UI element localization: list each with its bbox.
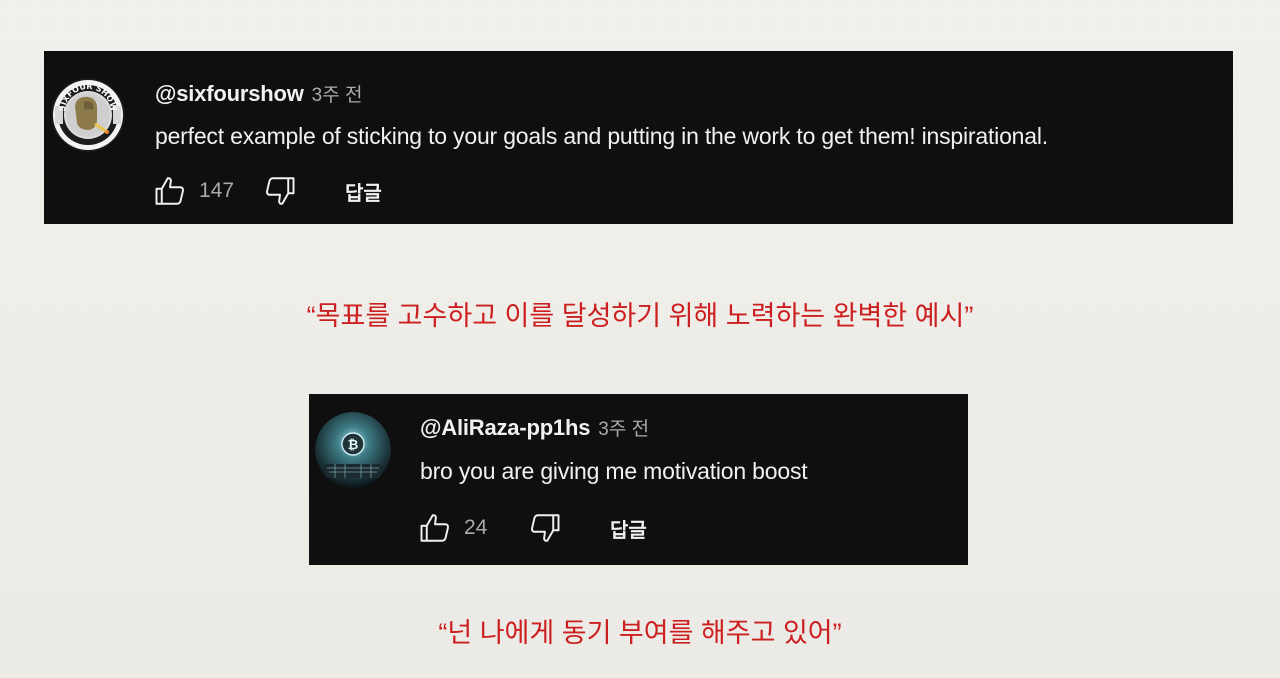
dislike-button[interactable] <box>261 172 299 210</box>
sixfour-show-logo: SIXFOUR SHOW <box>51 78 125 152</box>
like-count: 147 <box>199 179 235 202</box>
translation-caption: “넌 나에게 동기 부여를 해주고 있어” <box>438 618 842 648</box>
avatar[interactable]: SIXFOUR SHOW <box>51 78 125 152</box>
comment-card: ₿ @AliRaza-pp1hs 3주 전 bro you are giving… <box>309 394 968 565</box>
reply-button[interactable]: 답글 <box>610 514 647 543</box>
avatar[interactable]: ₿ <box>315 412 391 488</box>
comment-actions: 147 답글 <box>151 172 382 210</box>
bitcoin-icon: ₿ <box>341 432 365 456</box>
like-count: 24 <box>464 516 488 539</box>
comment-actions: 24 답글 <box>416 509 647 547</box>
like-button[interactable] <box>151 172 189 210</box>
like-button[interactable] <box>416 509 454 547</box>
svg-text:₿: ₿ <box>348 438 359 453</box>
timestamp[interactable]: 3주 전 <box>598 414 649 441</box>
comment-card: SIXFOUR SHOW @sixfourshow 3주 전 perfect e… <box>44 51 1233 224</box>
translation-caption: “목표를 고수하고 이를 달성하기 위해 노력하는 완벽한 예시” <box>306 301 974 331</box>
thumbs-up-icon <box>155 177 184 205</box>
username-link[interactable]: @AliRaza-pp1hs <box>420 415 590 441</box>
comment-text: bro you are giving me motivation boost <box>420 458 808 484</box>
comment-text: perfect example of sticking to your goal… <box>155 123 1048 149</box>
dislike-button[interactable] <box>526 509 564 547</box>
username-link[interactable]: @sixfourshow <box>155 81 304 107</box>
comment-header: @sixfourshow 3주 전 <box>155 80 362 107</box>
reply-button[interactable]: 답글 <box>345 177 382 206</box>
timestamp[interactable]: 3주 전 <box>312 80 363 107</box>
thumbs-up-icon <box>420 514 449 542</box>
thumbs-down-icon <box>266 177 295 205</box>
comment-header: @AliRaza-pp1hs 3주 전 <box>420 414 649 441</box>
thumbs-down-icon <box>531 514 560 542</box>
